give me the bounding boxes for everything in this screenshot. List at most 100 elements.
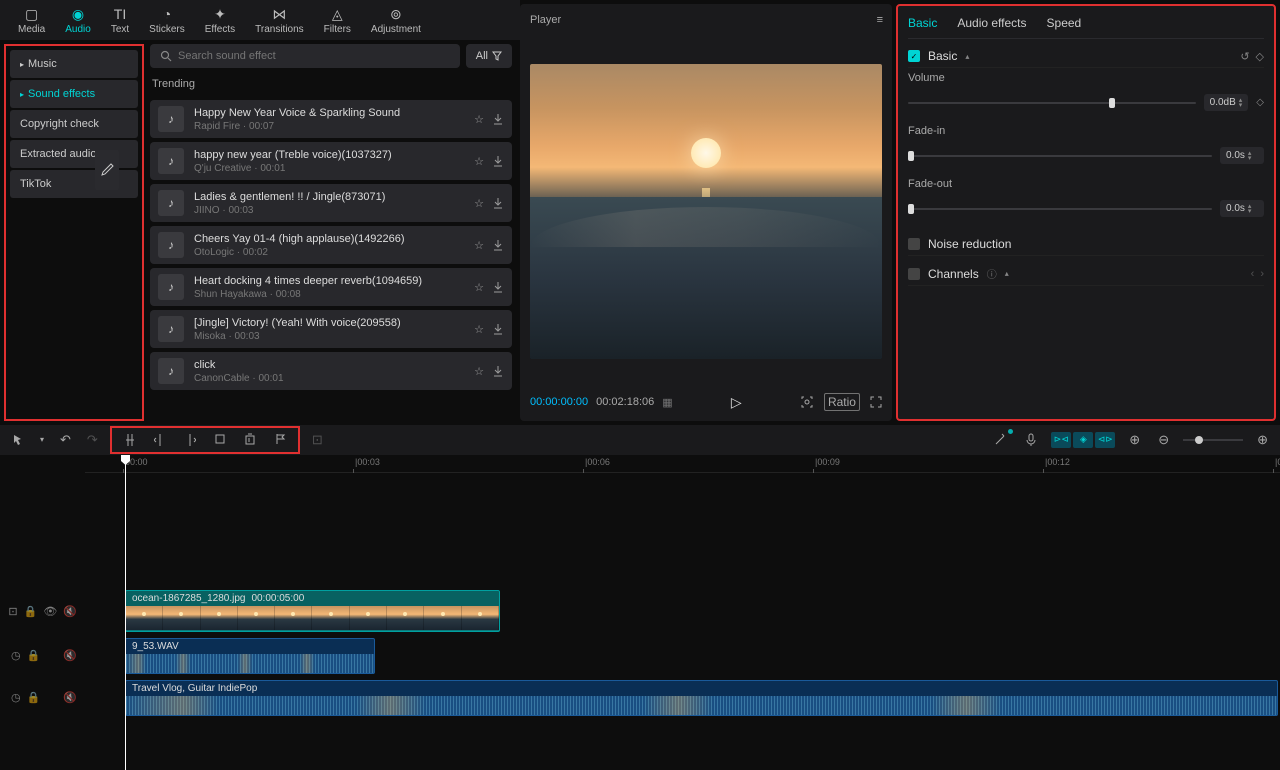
flag-tool[interactable]: [270, 431, 290, 449]
info-icon[interactable]: ⓘ: [987, 266, 997, 281]
magnet-1[interactable]: ⊳⊲: [1051, 432, 1071, 448]
fadein-value[interactable]: 0.0s▴▾: [1220, 147, 1264, 164]
player-menu-icon[interactable]: ≡: [877, 14, 882, 26]
right-tab-basic[interactable]: Basic: [908, 16, 937, 30]
split-right-tool[interactable]: [180, 431, 200, 449]
split-tool[interactable]: [120, 431, 140, 449]
zoom-slider[interactable]: [1183, 439, 1243, 441]
pencil-tool[interactable]: [95, 150, 119, 190]
adjustment-icon: ⊚: [390, 6, 402, 22]
track-mute-icon[interactable]: 🔇: [63, 649, 77, 662]
top-tab-effects[interactable]: ✦Effects: [195, 4, 245, 37]
fadeout-value[interactable]: 0.0s▴▾: [1220, 200, 1264, 217]
redo-button[interactable]: ↷: [83, 430, 102, 450]
favorite-icon[interactable]: ☆: [474, 323, 484, 336]
track-toggle-icon[interactable]: ⊡: [8, 605, 17, 618]
track-lock-icon[interactable]: 🔒: [24, 605, 38, 618]
sound-item[interactable]: ♪ [Jingle] Victory! (Yeah! With voice(20…: [150, 310, 512, 348]
sound-item[interactable]: ♪ happy new year (Treble voice)(1037327)…: [150, 142, 512, 180]
volume-slider[interactable]: [908, 102, 1196, 104]
top-tab-filters[interactable]: ◬Filters: [314, 4, 361, 37]
magnet-3[interactable]: ⊲⊳: [1095, 432, 1115, 448]
download-icon[interactable]: [492, 281, 504, 294]
play-button[interactable]: ▷: [731, 394, 742, 411]
playhead[interactable]: [125, 455, 126, 770]
zoom-out[interactable]: ⊖: [1154, 430, 1173, 450]
top-tab-adjustment[interactable]: ⊚Adjustment: [361, 4, 431, 37]
sound-item[interactable]: ♪ Cheers Yay 01-4 (high applause)(149226…: [150, 226, 512, 264]
sound-item[interactable]: ♪ Ladies & gentlemen! !! / Jingle(873071…: [150, 184, 512, 222]
track-mute-icon[interactable]: 🔇: [63, 691, 77, 704]
sound-item[interactable]: ♪ click CanonCable · 00:01 ☆: [150, 352, 512, 390]
collapse-icon[interactable]: ▴: [1005, 269, 1009, 278]
fadein-slider[interactable]: [908, 155, 1212, 157]
mic-icon[interactable]: [1021, 431, 1041, 449]
audio-clip-1[interactable]: 9_53.WAV: [125, 638, 375, 674]
sidebar-item-sound-effects[interactable]: Sound effects: [10, 80, 138, 108]
crop-tool[interactable]: [210, 431, 230, 449]
sound-item[interactable]: ♪ Happy New Year Voice & Sparkling Sound…: [150, 100, 512, 138]
top-tab-media[interactable]: ▢Media: [8, 4, 55, 37]
download-icon[interactable]: [492, 155, 504, 168]
favorite-icon[interactable]: ☆: [474, 197, 484, 210]
dropdown-icon[interactable]: ▾: [36, 433, 48, 446]
nav-next-icon[interactable]: ›: [1260, 268, 1264, 280]
video-clip[interactable]: ocean-1867285_1280.jpg 00:00:05:00: [125, 590, 500, 632]
ratio-button[interactable]: Ratio: [824, 393, 860, 411]
favorite-icon[interactable]: ☆: [474, 155, 484, 168]
keyframe-icon[interactable]: ◇: [1256, 50, 1264, 63]
player-video[interactable]: [530, 64, 882, 359]
sound-item[interactable]: ♪ Heart docking 4 times deeper reverb(10…: [150, 268, 512, 306]
fadeout-slider[interactable]: [908, 208, 1212, 210]
right-tab-speed[interactable]: Speed: [1047, 16, 1082, 30]
favorite-icon[interactable]: ☆: [474, 365, 484, 378]
top-tab-transitions[interactable]: ⋈Transitions: [245, 4, 314, 37]
reset-icon[interactable]: ↺: [1240, 50, 1249, 63]
list-icon[interactable]: ▦: [662, 396, 672, 409]
download-icon[interactable]: [492, 365, 504, 378]
download-icon[interactable]: [492, 113, 504, 126]
track-lock-icon[interactable]: 🔒: [27, 649, 41, 662]
favorite-icon[interactable]: ☆: [474, 239, 484, 252]
select-tool[interactable]: [8, 432, 28, 448]
link-icon[interactable]: ⊕: [1125, 430, 1144, 450]
channels-checkbox[interactable]: [908, 268, 920, 280]
nav-prev-icon[interactable]: ‹: [1251, 268, 1255, 280]
top-tab-stickers[interactable]: ◔Stickers: [139, 4, 195, 37]
all-filter-button[interactable]: All: [466, 44, 512, 68]
search-box[interactable]: [150, 44, 460, 68]
track-mute-icon[interactable]: 🔇: [63, 605, 77, 618]
top-tab-text[interactable]: TIText: [101, 4, 139, 37]
sidebar-item-copyright-check[interactable]: Copyright check: [10, 110, 138, 138]
stickers-icon: ◔: [163, 6, 171, 22]
fullscreen-icon[interactable]: [870, 396, 882, 408]
volume-keyframe[interactable]: ◇: [1256, 97, 1264, 108]
undo-button[interactable]: ↶: [56, 430, 75, 450]
sound-title: [Jingle] Victory! (Yeah! With voice(2095…: [194, 317, 464, 329]
download-icon[interactable]: [492, 323, 504, 336]
split-left-tool[interactable]: [150, 431, 170, 449]
zoom-in[interactable]: ⊕: [1253, 430, 1272, 450]
search-input[interactable]: [178, 50, 450, 62]
volume-value[interactable]: 0.0dB▴▾: [1204, 94, 1249, 111]
enhance-icon[interactable]: [989, 431, 1011, 449]
magnet-2[interactable]: ◈: [1073, 432, 1093, 448]
basic-checkbox[interactable]: ✓: [908, 50, 920, 62]
download-icon[interactable]: [492, 239, 504, 252]
sidebar-item-music[interactable]: Music: [10, 50, 138, 78]
download-icon[interactable]: [492, 197, 504, 210]
favorite-icon[interactable]: ☆: [474, 281, 484, 294]
right-tab-audio-effects[interactable]: Audio effects: [957, 16, 1026, 30]
delete-tool[interactable]: [240, 431, 260, 449]
track-lock-icon[interactable]: 🔒: [27, 691, 41, 704]
noise-checkbox[interactable]: [908, 238, 920, 250]
track-clock-icon[interactable]: ◷: [11, 649, 21, 662]
collapse-icon[interactable]: ▴: [965, 52, 969, 61]
top-tab-audio[interactable]: ◉Audio: [55, 4, 101, 37]
track-clock-icon[interactable]: ◷: [11, 691, 21, 704]
scan-icon[interactable]: [800, 395, 814, 409]
favorite-icon[interactable]: ☆: [474, 113, 484, 126]
extra-tool[interactable]: ⊡: [308, 430, 327, 450]
track-eye-icon[interactable]: 👁: [43, 605, 57, 618]
audio-clip-2[interactable]: Travel Vlog, Guitar IndiePop: [125, 680, 1278, 716]
